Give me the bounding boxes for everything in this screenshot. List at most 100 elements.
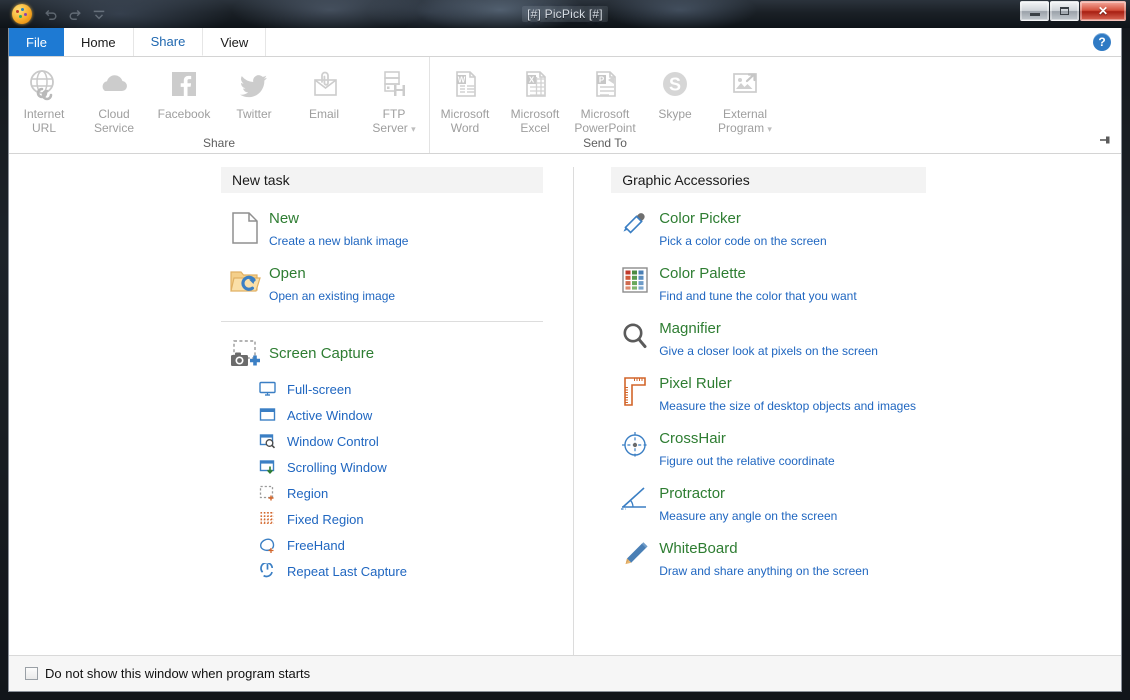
window-control-icon [247, 433, 287, 449]
open-item[interactable]: Open Open an existing image [221, 264, 573, 303]
minimize-icon [1030, 13, 1040, 16]
new-item-desc[interactable]: Create a new blank image [269, 234, 408, 248]
open-item-desc[interactable]: Open an existing image [269, 289, 395, 303]
tab-view[interactable]: View [203, 28, 266, 56]
crosshair-icon [611, 429, 659, 468]
magnifier-item[interactable]: Magnifier Give a closer look at pixels o… [611, 319, 1121, 358]
magnifier-icon [611, 319, 659, 358]
color-palette-title: Color Palette [659, 265, 856, 283]
window-controls[interactable]: ✕ [1020, 1, 1126, 21]
quick-access-toolbar[interactable] [44, 7, 106, 21]
do-not-show-checkbox[interactable] [25, 667, 38, 680]
capture-repeat-item[interactable]: Repeat Last Capture [247, 562, 573, 580]
facebook-label: Facebook [149, 107, 219, 121]
internet-url-button[interactable]: Internet URL [9, 61, 79, 136]
chevron-down-icon[interactable]: ▾ [411, 124, 416, 134]
capture-fullscreen-item[interactable]: Full-screen [247, 380, 573, 398]
tab-file[interactable]: File [9, 28, 64, 56]
cloud-service-button[interactable]: Cloud Service [79, 61, 149, 136]
pen-icon [611, 539, 659, 578]
color-picker-item[interactable]: Color Picker Pick a color code on the sc… [611, 209, 1121, 248]
color-palette-icon [611, 264, 659, 303]
capture-scrolling-window-item[interactable]: Scrolling Window [247, 458, 573, 476]
window-icon [247, 407, 287, 423]
graphic-accessories-header: Graphic Accessories [611, 167, 926, 193]
fixed-region-icon [247, 511, 287, 527]
email-button[interactable]: Email [289, 61, 359, 136]
twitter-button[interactable]: Twitter [219, 61, 289, 136]
microsoft-word-button[interactable]: W Microsoft Word [430, 61, 500, 136]
scrolling-window-icon [247, 459, 287, 475]
monitor-icon [247, 381, 287, 397]
external-program-icon [727, 65, 763, 105]
do-not-show-label[interactable]: Do not show this window when program sta… [45, 666, 310, 681]
microsoft-excel-label: Microsoft Excel [500, 107, 570, 135]
tab-share-label: Share [151, 34, 186, 49]
ftp-server-button[interactable]: FTP Server ▾ [359, 61, 429, 136]
color-palette-desc[interactable]: Find and tune the color that you want [659, 289, 856, 303]
svg-text:X: X [529, 76, 535, 85]
whiteboard-text: WhiteBoard Draw and share anything on th… [659, 539, 868, 578]
whiteboard-item[interactable]: WhiteBoard Draw and share anything on th… [611, 539, 1121, 578]
skype-button[interactable]: S Skype [640, 61, 710, 136]
capture-scrolling-window-label: Scrolling Window [287, 460, 387, 475]
capture-fixed-region-label: Fixed Region [287, 512, 364, 527]
capture-freehand-item[interactable]: FreeHand [247, 536, 573, 554]
chevron-down-icon[interactable]: ▾ [767, 124, 772, 134]
screen-capture-item[interactable]: Screen Capture [221, 336, 573, 372]
maximize-button[interactable] [1050, 1, 1079, 21]
whiteboard-desc[interactable]: Draw and share anything on the screen [659, 564, 868, 578]
skype-label: Skype [640, 107, 710, 121]
color-picker-title: Color Picker [659, 210, 826, 228]
crosshair-item[interactable]: CrossHair Figure out the relative coordi… [611, 429, 1121, 468]
ribbon-group-sendto-label: Send To [430, 136, 780, 154]
twitter-label: Twitter [219, 107, 289, 121]
external-program-label: External Program ▾ [710, 107, 780, 136]
undo-icon[interactable] [44, 7, 58, 21]
client-area: File Home Share View ? [8, 28, 1122, 692]
pin-ribbon-icon[interactable] [1097, 132, 1113, 148]
freehand-icon [247, 537, 287, 553]
tab-home[interactable]: Home [64, 28, 134, 56]
color-palette-item[interactable]: Color Palette Find and tune the color th… [611, 264, 1121, 303]
protractor-text: Protractor Measure any angle on the scre… [659, 484, 837, 523]
redo-icon[interactable] [68, 7, 82, 21]
whiteboard-title: WhiteBoard [659, 540, 868, 558]
pixel-ruler-item[interactable]: Pixel Ruler Measure the size of desktop … [611, 374, 1121, 413]
capture-fixed-region-item[interactable]: Fixed Region [247, 510, 573, 528]
capture-region-item[interactable]: Region [247, 484, 573, 502]
screen-capture-camera-icon [221, 336, 269, 372]
capture-fullscreen-label: Full-screen [287, 382, 351, 397]
external-program-button[interactable]: External Program ▾ [710, 61, 780, 136]
magnifier-desc[interactable]: Give a closer look at pixels on the scre… [659, 344, 878, 358]
crosshair-desc[interactable]: Figure out the relative coordinate [659, 454, 834, 468]
tab-share[interactable]: Share [134, 28, 204, 56]
customize-quick-access-icon[interactable] [92, 7, 106, 21]
help-label: ? [1098, 35, 1105, 49]
microsoft-excel-button[interactable]: X Microsoft Excel [500, 61, 570, 136]
facebook-button[interactable]: Facebook [149, 61, 219, 136]
internet-url-label: Internet URL [9, 107, 79, 135]
color-picker-text: Color Picker Pick a color code on the sc… [659, 209, 826, 248]
microsoft-excel-icon: X [517, 65, 553, 105]
ribbon-tab-strip[interactable]: File Home Share View ? [9, 28, 1121, 57]
protractor-desc[interactable]: Measure any angle on the screen [659, 509, 837, 523]
protractor-icon [611, 484, 659, 523]
title-bar[interactable]: [#] PicPick [#] ✕ [0, 0, 1130, 28]
capture-window-control-item[interactable]: Window Control [247, 432, 573, 450]
color-picker-desc[interactable]: Pick a color code on the screen [659, 234, 826, 248]
new-item-title: New [269, 210, 408, 228]
screen-capture-text: Screen Capture [269, 336, 374, 372]
ribbon-group-share-items: Internet URL Cloud Service [9, 61, 429, 136]
capture-active-window-label: Active Window [287, 408, 372, 423]
close-button[interactable]: ✕ [1080, 1, 1126, 21]
microsoft-powerpoint-button[interactable]: P Microsoft PowerPoint [570, 61, 640, 136]
new-task-header: New task [221, 167, 543, 193]
capture-active-window-item[interactable]: Active Window [247, 406, 573, 424]
pixel-ruler-desc[interactable]: Measure the size of desktop objects and … [659, 399, 916, 413]
protractor-item[interactable]: Protractor Measure any angle on the scre… [611, 484, 1121, 523]
eyedropper-icon [611, 209, 659, 248]
help-icon[interactable]: ? [1093, 33, 1111, 51]
new-item[interactable]: New Create a new blank image [221, 209, 573, 248]
minimize-button[interactable] [1020, 1, 1049, 21]
